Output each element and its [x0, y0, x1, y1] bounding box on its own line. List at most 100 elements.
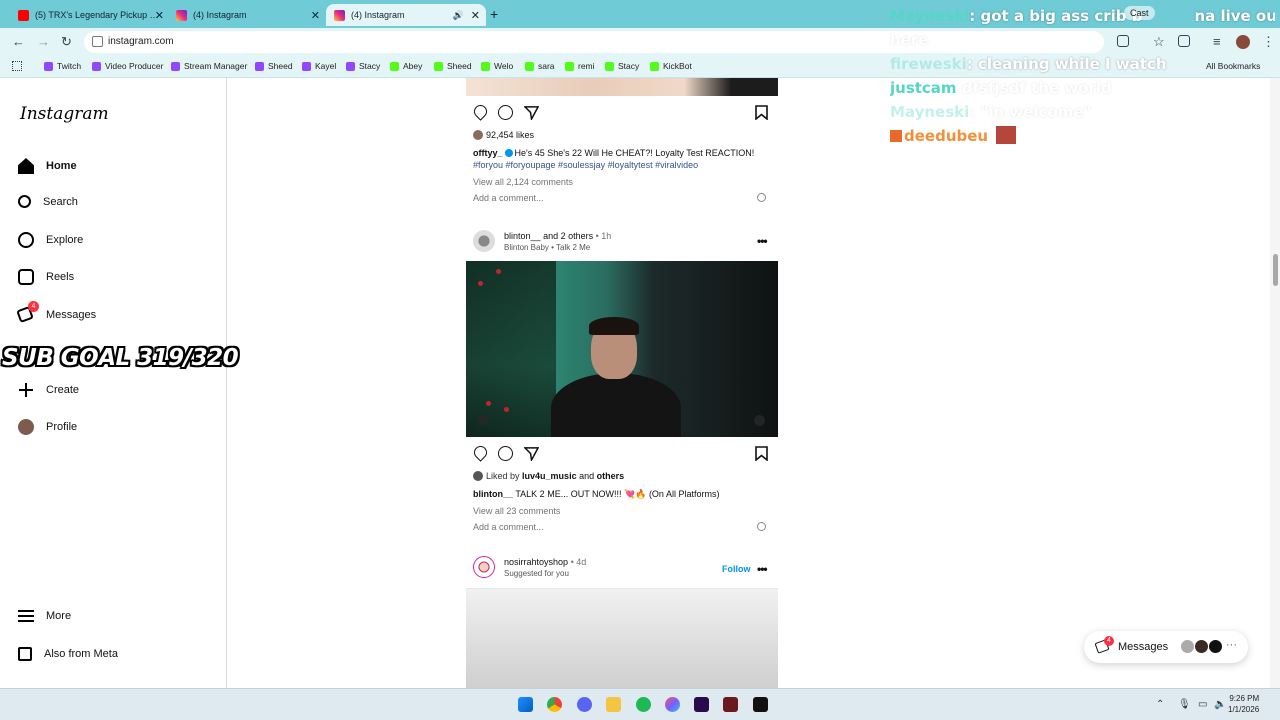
caption-hashtags[interactable]: #foryou #foryoupage #soulessjay #loyalty… — [473, 160, 698, 170]
sidebar-item-create[interactable]: Create — [18, 382, 79, 398]
cast-button[interactable]: Cast — [1124, 6, 1155, 20]
microphone-icon[interactable]: 🎙 — [1178, 699, 1191, 710]
instagram-logo[interactable]: Instagram — [20, 104, 109, 124]
post-video[interactable] — [466, 261, 778, 437]
copilot-icon[interactable] — [665, 697, 680, 712]
liked-by-user[interactable]: luv4u_music — [522, 471, 577, 481]
bookmark-item[interactable]: Video Producer — [92, 61, 163, 71]
twitch-icon — [92, 61, 101, 71]
close-tab-icon[interactable]: ✕ — [155, 9, 164, 22]
sidebar-item-also-from-meta[interactable]: Also from Meta — [18, 647, 118, 661]
video-scene — [466, 261, 556, 437]
sidebar-item-search[interactable]: Search — [18, 195, 78, 208]
new-tab-icon[interactable]: + — [490, 6, 498, 22]
messages-floating-button[interactable]: 4 Messages ··· — [1084, 631, 1248, 663]
tray-overflow-icon[interactable]: ⌃ — [1156, 699, 1164, 710]
save-bookmark-icon[interactable] — [755, 105, 768, 120]
apps-grid-icon[interactable] — [12, 61, 22, 71]
bookmark-item[interactable]: sara — [525, 61, 555, 71]
bookmark-label: Stacy — [359, 61, 381, 71]
post-media[interactable] — [466, 588, 778, 688]
share-send-icon[interactable] — [523, 446, 540, 463]
sidebar-item-reels[interactable]: Reels — [18, 269, 74, 285]
post-media-previous[interactable] — [466, 78, 778, 96]
liked-by-others[interactable]: others — [597, 471, 625, 481]
spotify-icon[interactable] — [636, 697, 651, 712]
browser-tab-instagram-1[interactable]: (4) Instagram ✕ — [168, 4, 326, 26]
close-tab-icon[interactable]: ✕ — [311, 9, 320, 22]
volume-icon[interactable]: 🔈 — [1214, 699, 1226, 710]
like-heart-icon[interactable] — [471, 102, 490, 121]
speaker-icon[interactable]: 🔊 — [453, 10, 464, 21]
post-avatar[interactable] — [473, 230, 495, 252]
browser-tab-instagram-active[interactable]: (4) Instagram 🔊 ✕ — [326, 4, 486, 26]
bookmark-item[interactable]: Twitch — [44, 61, 81, 71]
save-bookmark-icon[interactable] — [755, 446, 768, 461]
post-author[interactable]: blinton__ and 2 others • 1h — [504, 231, 611, 241]
premiere-pro-icon[interactable] — [694, 697, 709, 712]
windows-start-icon[interactable] — [518, 697, 533, 712]
sidebar-item-more[interactable]: More — [18, 610, 71, 622]
sidebar-item-explore[interactable]: Explore — [18, 232, 83, 248]
mute-volume-icon[interactable] — [754, 415, 765, 426]
chrome-icon[interactable] — [547, 697, 562, 712]
video-scene — [486, 401, 491, 406]
bookmark-item[interactable]: Stacy — [346, 61, 380, 71]
network-icon[interactable]: ▭ — [1198, 699, 1207, 710]
bookmark-item[interactable]: Stream Manager — [171, 61, 247, 71]
scrollbar-thumb[interactable] — [1273, 254, 1278, 286]
liked-by[interactable]: Liked by luv4u_music and others — [473, 471, 624, 481]
likes-count[interactable]: 92,454 likes — [473, 130, 534, 140]
search-icon — [18, 195, 31, 208]
add-comment-input[interactable]: Add a comment... — [473, 193, 544, 203]
view-comments-link[interactable]: View all 2,124 comments — [473, 177, 573, 187]
follow-button[interactable]: Follow — [722, 564, 751, 574]
sidebar-item-profile[interactable]: Profile — [18, 419, 77, 435]
kick-app-icon[interactable] — [753, 697, 768, 712]
emoji-icon[interactable] — [757, 193, 766, 202]
post-coauthors[interactable]: and 2 others — [543, 231, 593, 241]
bookmark-item[interactable]: Abey — [390, 61, 422, 71]
add-comment-input[interactable]: Add a comment... — [473, 522, 544, 532]
reload-icon[interactable]: ↻ — [61, 34, 72, 50]
bookmark-item[interactable]: remi — [565, 61, 595, 71]
caption-username[interactable]: offtyy_ — [473, 148, 503, 158]
sidebar-item-messages[interactable]: 4 Messages — [16, 301, 96, 324]
post-audio[interactable]: Blinton Baby • Talk 2 Me — [504, 243, 611, 252]
file-explorer-icon[interactable] — [606, 697, 621, 712]
post-options-icon[interactable]: ••• — [757, 562, 768, 576]
bookmark-item[interactable]: Sheed — [434, 61, 472, 71]
chat-text: : cleaning while I watch — [966, 55, 1167, 73]
bookmark-item[interactable]: KickBot — [650, 61, 692, 71]
post-author[interactable]: nosirrahtoyshop • 4d — [504, 557, 586, 567]
capture-app-icon[interactable] — [723, 697, 738, 712]
forward-icon[interactable]: → — [37, 34, 50, 49]
close-tab-icon[interactable]: ✕ — [471, 9, 480, 22]
bookmark-item[interactable]: Stacy — [605, 61, 639, 71]
emoji-icon[interactable] — [757, 522, 766, 531]
post-username[interactable]: nosirrahtoyshop — [504, 557, 568, 567]
post-options-icon[interactable]: ••• — [757, 234, 768, 248]
view-comments-link[interactable]: View all 23 comments — [473, 506, 560, 516]
bookmark-label: Twitch — [57, 61, 82, 71]
kick-icon — [525, 61, 534, 71]
bookmark-item[interactable]: Welo — [481, 61, 513, 71]
sidebar-item-home[interactable]: Home — [18, 158, 77, 174]
browser-tab-youtube[interactable]: (5) TRX's Legendary Pickup Tru ✕ — [10, 4, 170, 26]
post-avatar[interactable] — [473, 556, 495, 578]
tagged-users-icon[interactable] — [477, 415, 488, 426]
site-info-icon[interactable] — [92, 36, 103, 47]
like-heart-icon[interactable] — [471, 443, 490, 462]
chat-text: here — [890, 31, 929, 49]
back-icon[interactable]: ← — [12, 34, 25, 49]
comment-icon[interactable] — [498, 446, 513, 461]
bookmark-item[interactable]: Sheed — [255, 61, 293, 71]
discord-icon[interactable] — [577, 697, 592, 712]
bookmark-item[interactable]: Kayel — [302, 61, 336, 71]
caption-username[interactable]: blinton__ — [473, 489, 513, 499]
post-username[interactable]: blinton__ — [504, 231, 541, 241]
system-clock[interactable]: 9:26 PM 1/1/2026 — [1228, 693, 1259, 715]
page-scrollbar[interactable] — [1270, 78, 1280, 688]
share-send-icon[interactable] — [523, 105, 540, 122]
comment-icon[interactable] — [498, 105, 513, 120]
